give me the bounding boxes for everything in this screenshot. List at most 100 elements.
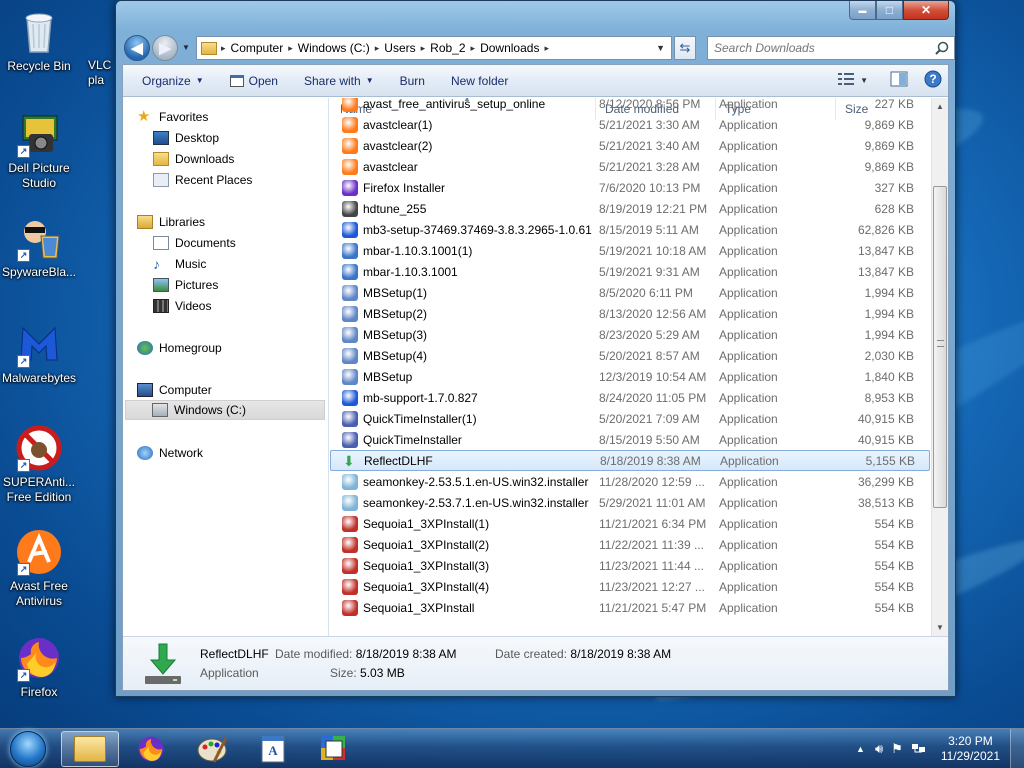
file-row[interactable]: Sequoia1_3XPInstall(4) 11/23/2021 12:27 .… — [330, 576, 930, 597]
desktop-icon-firefox[interactable]: ↗ Firefox — [1, 634, 77, 700]
forward-button[interactable]: ▶ — [152, 35, 178, 61]
taskbar-firefox-button[interactable] — [122, 731, 180, 767]
desktop-icon-recycle-bin[interactable]: Recycle Bin — [1, 8, 77, 74]
file-row[interactable]: mbar-1.10.3.1001 5/19/2021 9:31 AM Applica… — [330, 261, 930, 282]
search-input[interactable] — [714, 41, 924, 55]
file-date-modified: 11/23/2021 11:44 ... — [599, 558, 704, 573]
show-desktop-button[interactable] — [1010, 729, 1024, 768]
file-row[interactable]: MBSetup(2) 8/13/2020 12:56 AM Application 1… — [330, 303, 930, 324]
file-row[interactable]: QuickTimeInstaller(1) 5/20/2021 7:09 AM Ap… — [330, 408, 930, 429]
file-list[interactable]: Name ▲ Date modified Type Size avast_fre… — [330, 98, 948, 636]
windows-logo-icon — [10, 731, 46, 767]
details-file-name: ReflectDLHF — [200, 647, 269, 661]
file-row[interactable]: Firefox Installer 7/6/2020 10:13 PM Applic… — [330, 177, 930, 198]
address-history-dropdown-icon[interactable]: ▼ — [656, 43, 665, 53]
file-row[interactable]: MBSetup(4) 5/20/2021 8:57 AM Application 2,… — [330, 345, 930, 366]
file-row[interactable]: hdtune_255 8/19/2019 12:21 PM Application 6… — [330, 198, 930, 219]
file-row[interactable]: seamonkey-2.53.5.1.en-US.win32.installer… — [330, 471, 930, 492]
action-center-flag-icon[interactable]: ⚑ — [891, 741, 903, 757]
start-button[interactable] — [4, 730, 52, 768]
file-row[interactable]: Sequoia1_3XPInstall(2) 11/22/2021 11:39 .… — [330, 534, 930, 555]
file-row[interactable]: QuickTimeInstaller 8/15/2019 5:50 AM Appli… — [330, 429, 930, 450]
vertical-scrollbar[interactable]: ▲ ▼ — [931, 98, 948, 636]
preview-pane-button[interactable] — [890, 71, 908, 90]
minimize-button[interactable]: ▬ — [849, 1, 876, 20]
explorer-window[interactable]: ▬ □ ✕ ◀ ▶ ▼ ▸ Computer ▸ Windows (C:) ▸ … — [115, 0, 956, 697]
scroll-up-arrow-icon[interactable]: ▲ — [932, 98, 948, 115]
file-row[interactable]: Sequoia1_3XPInstall(1) 11/21/2021 6:34 PM… — [330, 513, 930, 534]
nav-libraries[interactable]: Libraries — [137, 212, 205, 232]
breadcrumb-downloads[interactable]: Downloads — [475, 41, 544, 55]
taskbar-wordpad-button[interactable]: A — [244, 731, 302, 767]
wordpad-icon: A — [261, 735, 285, 763]
details-value: 8/18/2019 8:38 AM — [355, 647, 457, 661]
desktop-icon-spywareblaster[interactable]: ↗ SpywareBla... — [1, 214, 77, 280]
desktop-icon-avast[interactable]: ↗ Avast Free Antivirus — [1, 528, 77, 609]
close-button[interactable]: ✕ — [903, 1, 949, 20]
file-row[interactable]: mb3-setup-37469.37469-3.8.3.2965-1.0.61.… — [330, 219, 930, 240]
nav-music[interactable]: ♪ Music — [153, 254, 206, 274]
file-size: 62,826 KB — [857, 222, 914, 237]
file-row[interactable]: avastclear(2) 5/21/2021 3:40 AM Applicatio… — [330, 135, 930, 156]
address-bar[interactable]: ▸ Computer ▸ Windows (C:) ▸ Users ▸ Rob_… — [196, 36, 672, 60]
file-row[interactable]: mb-support-1.7.0.827 8/24/2020 11:05 PM Ap… — [330, 387, 930, 408]
file-row[interactable]: mbar-1.10.3.1001(1) 5/19/2021 10:18 AM App… — [330, 240, 930, 261]
network-status-icon[interactable] — [911, 741, 927, 758]
nav-network[interactable]: Network — [137, 443, 203, 463]
nav-computer[interactable]: Computer — [137, 380, 212, 400]
nav-desktop[interactable]: Desktop — [153, 128, 219, 148]
nav-pictures[interactable]: Pictures — [153, 275, 218, 295]
nav-downloads[interactable]: Downloads — [153, 149, 234, 169]
nav-documents[interactable]: Documents — [153, 233, 236, 253]
file-row[interactable]: seamonkey-2.53.7.1.en-US.win32.installer… — [330, 492, 930, 513]
breadcrumb-computer[interactable]: Computer — [226, 41, 289, 55]
refresh-button[interactable]: ⇆ — [674, 36, 696, 60]
clock-date: 11/29/2021 — [940, 749, 1000, 763]
nav-recent-places[interactable]: Recent Places — [153, 170, 252, 190]
taskbar-sequoia-button[interactable] — [305, 731, 363, 767]
organize-button[interactable]: Organize ▼ — [133, 69, 213, 93]
open-button[interactable]: Open — [221, 69, 287, 93]
share-with-button[interactable]: Share with ▼ — [295, 69, 383, 93]
file-row[interactable]: avastclear 5/21/2021 3:28 AM Application 9,… — [330, 156, 930, 177]
clock[interactable]: 3:20 PM 11/29/2021 — [931, 734, 1010, 764]
file-row[interactable]: MBSetup 12/3/2019 10:54 AM Application 1,84… — [330, 366, 930, 387]
scroll-thumb[interactable] — [933, 186, 947, 508]
help-button[interactable]: ? — [924, 70, 942, 91]
file-size: 5,155 KB — [865, 453, 915, 468]
desktop-icon-superantispyware[interactable]: ↗ SUPERAnti... Free Edition — [1, 424, 77, 505]
maximize-button[interactable]: □ — [876, 1, 903, 20]
desktop-icon-label: Malwarebytes — [1, 371, 77, 385]
nav-favorites[interactable]: ★ Favorites — [137, 107, 208, 127]
nav-homegroup[interactable]: Homegroup — [137, 338, 222, 358]
desktop-icon-malwarebytes[interactable]: ↗ Malwarebytes — [1, 320, 77, 386]
new-folder-button[interactable]: New folder — [442, 69, 517, 93]
address-separator[interactable]: ▸ — [544, 43, 549, 54]
breadcrumb-rob-2[interactable]: Rob_2 — [425, 41, 470, 55]
file-row[interactable]: Sequoia1_3XPInstall(3) 11/23/2021 11:44 .… — [330, 555, 930, 576]
scroll-down-arrow-icon[interactable]: ▼ — [932, 619, 948, 636]
sequoia-app-icon — [321, 736, 345, 760]
file-row[interactable]: ⬇ ReflectDLHF 8/18/2019 8:38 AM Application… — [330, 450, 930, 471]
breadcrumb-users[interactable]: Users — [379, 41, 420, 55]
file-row[interactable]: Sequoia1_3XPInstall 11/21/2021 5:47 PM App… — [330, 597, 930, 618]
nav-windows-c[interactable]: Windows (C:) — [125, 400, 325, 420]
nav-videos[interactable]: Videos — [153, 296, 211, 316]
volume-icon[interactable]: 🔊︎ — [875, 741, 883, 757]
burn-button[interactable]: Burn — [391, 69, 434, 93]
file-name-cell: Sequoia1_3XPInstall(4) — [330, 578, 592, 595]
desktop-icon-dell-picture-studio[interactable]: ↗ Dell Picture Studio — [1, 110, 77, 191]
search-box[interactable] — [707, 36, 955, 60]
recent-pages-dropdown[interactable]: ▼ — [182, 43, 190, 52]
taskbar-explorer-button[interactable] — [61, 731, 119, 767]
show-hidden-icons-button[interactable]: ▲ — [856, 744, 865, 754]
file-row[interactable]: avast_free_antivirus_setup_online 8/12/20… — [330, 98, 930, 114]
breadcrumb-windows-c[interactable]: Windows (C:) — [293, 41, 375, 55]
file-row[interactable]: MBSetup(3) 8/23/2020 5:29 AM Application 1,… — [330, 324, 930, 345]
file-row[interactable]: MBSetup(1) 8/5/2020 6:11 PM Application 1,9… — [330, 282, 930, 303]
file-row[interactable]: avastclear(1) 5/21/2021 3:30 AM Applicatio… — [330, 114, 930, 135]
taskbar-paint-button[interactable] — [183, 731, 241, 767]
file-date-modified: 8/18/2019 8:38 AM — [600, 453, 701, 468]
back-button[interactable]: ◀ — [124, 35, 150, 61]
view-options-button[interactable]: ▼ — [838, 73, 868, 88]
